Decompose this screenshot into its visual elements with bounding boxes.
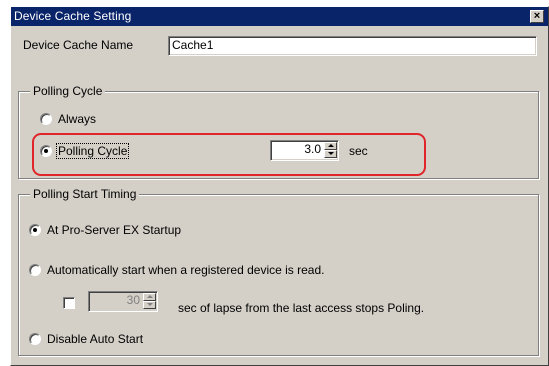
device-cache-setting-dialog: Device Cache Setting × Device Cache Name… — [10, 6, 549, 366]
startup-radio[interactable] — [29, 224, 41, 236]
window-title: Device Cache Setting — [14, 9, 132, 23]
startup-label[interactable]: At Pro-Server EX Startup — [47, 223, 181, 237]
polling-start-legend: Polling Start Timing — [30, 187, 140, 201]
arrow-down-icon — [147, 303, 153, 306]
auto-start-radio[interactable] — [29, 264, 41, 276]
close-button[interactable]: × — [530, 10, 544, 23]
always-radio[interactable] — [40, 113, 52, 125]
disable-auto-start-radio[interactable] — [29, 333, 41, 345]
cache-name-input[interactable]: Cache1 — [168, 36, 537, 56]
lapse-spinner[interactable]: 30 — [88, 291, 158, 312]
radio-selected-dot — [33, 228, 37, 232]
cache-name-label: Device Cache Name — [23, 38, 134, 52]
polling-cycle-legend: Polling Cycle — [30, 84, 106, 98]
spin-down-button[interactable] — [143, 301, 156, 309]
auto-start-label[interactable]: Automatically start when a registered de… — [47, 263, 324, 277]
spin-up-button[interactable] — [143, 293, 156, 301]
polling-cycle-highlight — [32, 133, 426, 176]
lapse-description: sec of lapse from the last access stops … — [178, 301, 425, 315]
arrow-up-icon — [147, 295, 153, 298]
always-label[interactable]: Always — [58, 112, 96, 126]
lapse-spin-buttons[interactable] — [143, 293, 156, 309]
disable-auto-start-label[interactable]: Disable Auto Start — [47, 332, 143, 346]
lapse-checkbox[interactable] — [63, 297, 75, 309]
title-bar[interactable]: Device Cache Setting × — [11, 7, 548, 26]
